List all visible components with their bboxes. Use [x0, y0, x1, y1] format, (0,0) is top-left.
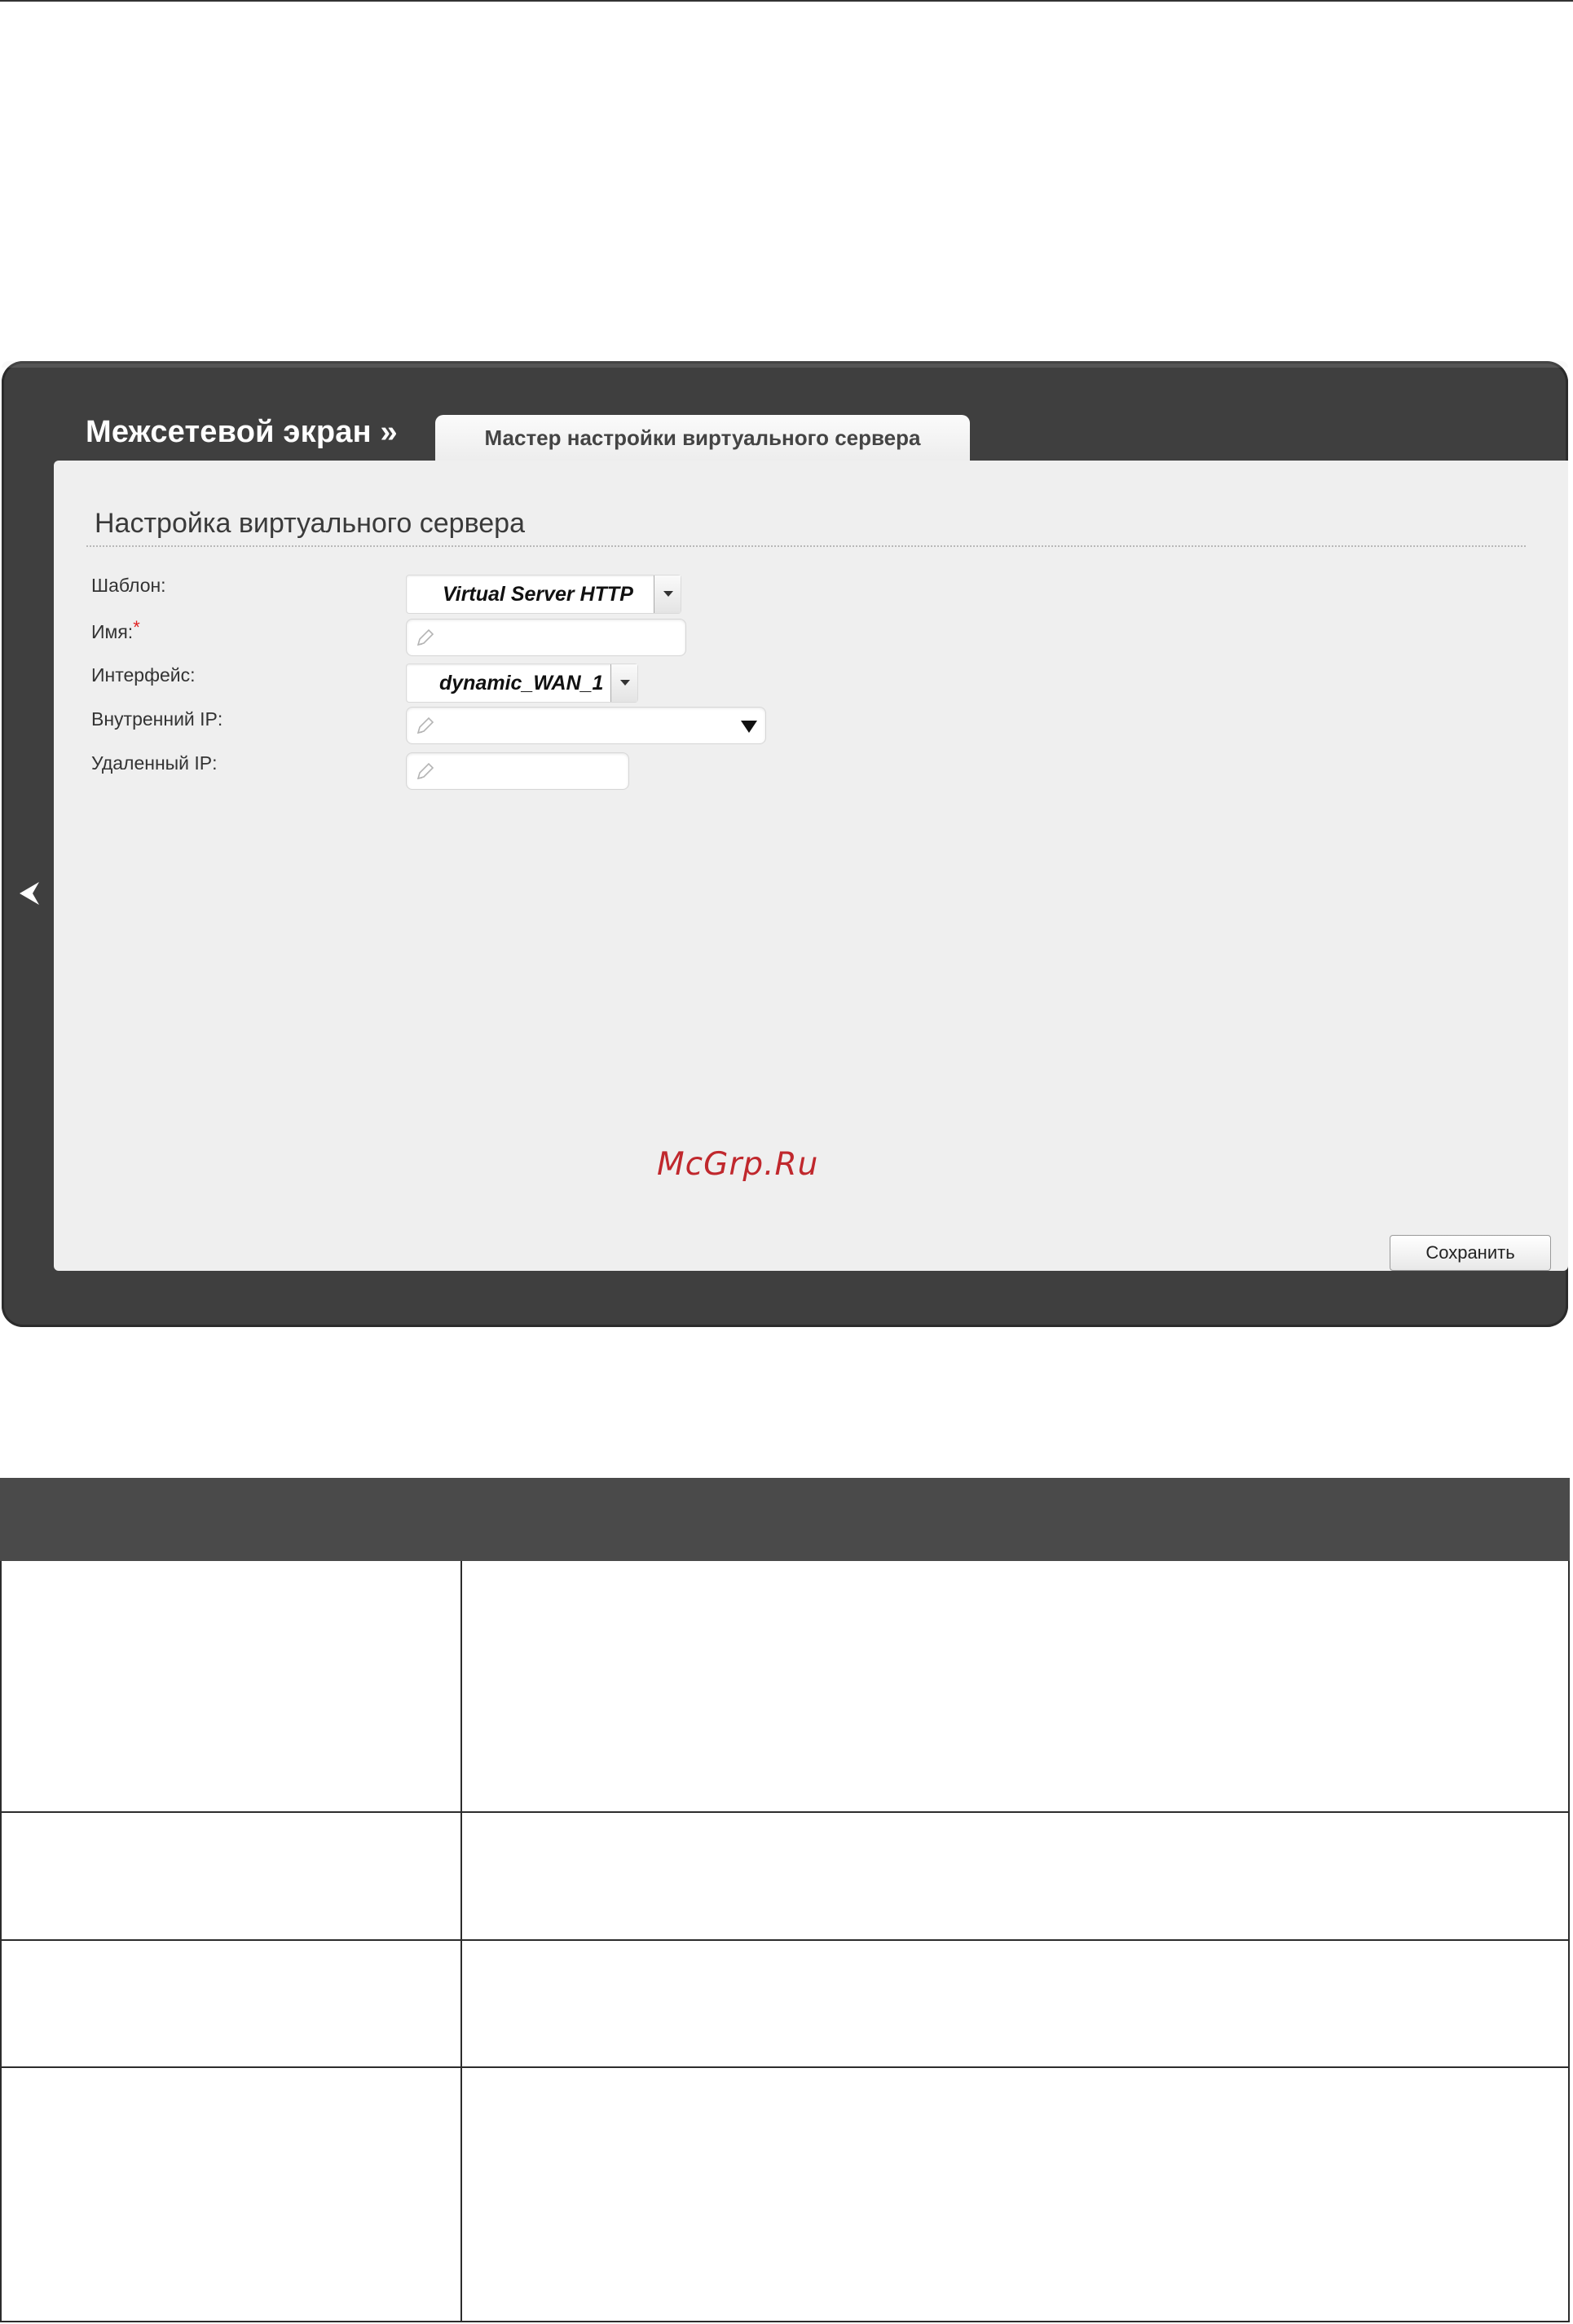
name-field[interactable] — [406, 619, 686, 656]
column-divider — [460, 1941, 462, 2066]
section-divider — [86, 545, 1526, 547]
template-select[interactable]: Virtual Server HTTP — [406, 575, 681, 614]
pencil-icon — [416, 628, 434, 646]
interface-select[interactable]: dynamic_WAN_1 — [406, 664, 638, 703]
name-label-text: Имя: — [91, 621, 134, 642]
interface-select-value: dynamic_WAN_1 — [439, 672, 604, 695]
pencil-icon — [416, 717, 434, 734]
top-rule — [0, 0, 1573, 2]
remote-ip-label: Удаленный IP: — [91, 752, 218, 774]
remote-ip-field[interactable] — [406, 752, 629, 790]
template-select-value: Virtual Server HTTP — [443, 583, 633, 606]
description-table — [0, 1478, 1570, 2322]
table-row — [0, 2068, 1570, 2322]
table-row — [0, 1561, 1570, 1813]
internal-ip-label: Внутренний IP: — [91, 708, 223, 730]
pencil-icon — [416, 762, 434, 780]
internal-ip-combobox[interactable] — [406, 707, 766, 744]
table-row — [0, 1813, 1570, 1941]
breadcrumb[interactable]: Межсетевой экран » — [86, 415, 398, 450]
column-divider — [460, 2068, 462, 2321]
table-row — [0, 1941, 1570, 2068]
watermark: McGrp.Ru — [657, 1146, 819, 1183]
column-divider — [460, 1813, 462, 1939]
triangle-down-icon[interactable] — [741, 721, 757, 733]
name-label: Имя:* — [91, 617, 140, 643]
required-asterisk: * — [133, 617, 140, 637]
section-title: Настройка виртуального сервера — [95, 508, 525, 539]
interface-label: Интерфейс: — [91, 664, 196, 686]
chevron-down-icon[interactable] — [610, 664, 637, 702]
table-header — [0, 1478, 1570, 1561]
template-label: Шаблон: — [91, 575, 166, 596]
tab-virtual-server-wizard[interactable]: Мастер настройки виртуального сервера — [435, 415, 970, 464]
chevron-down-icon[interactable] — [654, 575, 681, 613]
chevron-left-icon[interactable] — [15, 877, 47, 910]
column-divider — [460, 1561, 462, 1811]
save-button[interactable]: Сохранить — [1390, 1235, 1551, 1271]
